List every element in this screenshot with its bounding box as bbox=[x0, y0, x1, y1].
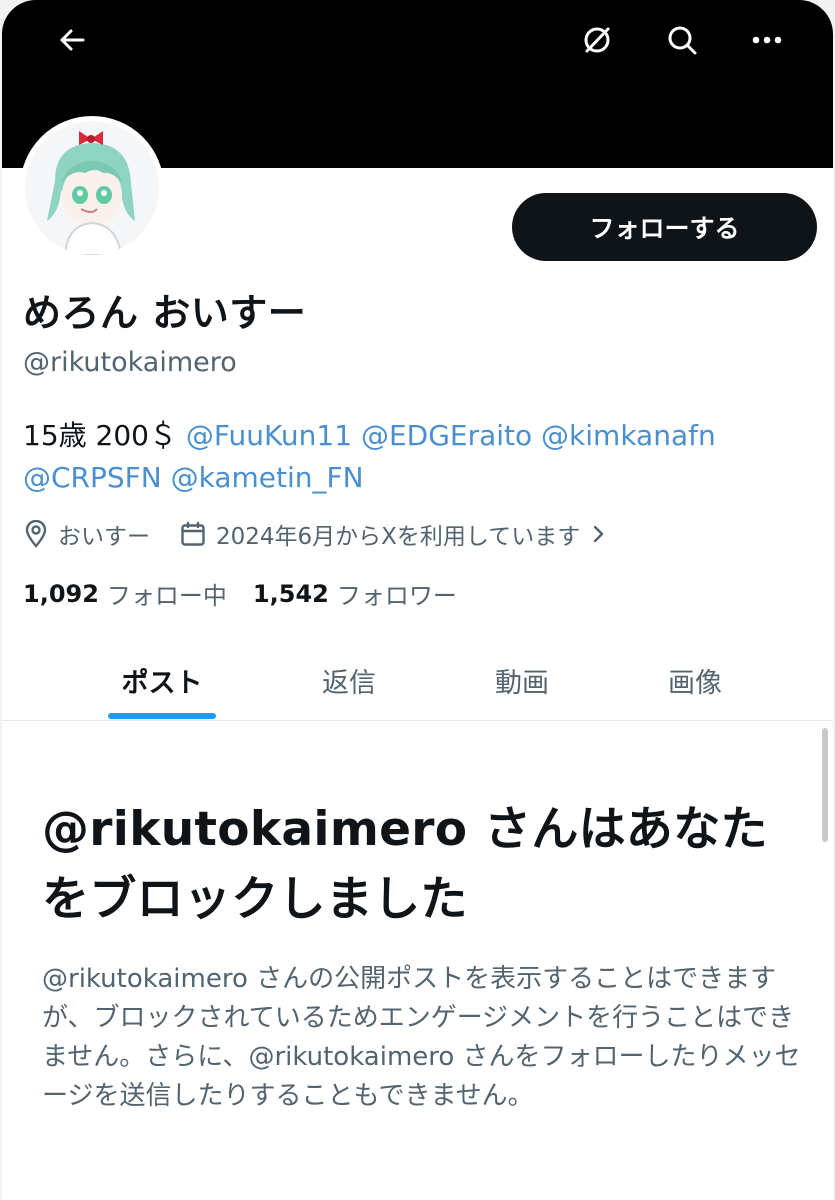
more-button[interactable] bbox=[739, 14, 795, 66]
grok-button[interactable] bbox=[569, 14, 625, 66]
following-count[interactable]: 1,092 bbox=[23, 580, 99, 608]
calendar-icon bbox=[181, 521, 205, 546]
bio-mention[interactable]: @kimkanafn bbox=[541, 419, 716, 452]
avatar[interactable] bbox=[20, 116, 164, 260]
bio-text: 15歳 200＄ bbox=[23, 419, 186, 452]
user-handle: @rikutokaimero bbox=[23, 347, 237, 378]
followers-count[interactable]: 1,542 bbox=[253, 580, 329, 608]
bio: 15歳 200＄ @FuuKun11 @EDGEraito @kimkanafn… bbox=[23, 415, 813, 499]
active-tab-indicator bbox=[108, 713, 216, 719]
back-button[interactable] bbox=[44, 14, 100, 66]
bio-mention[interactable]: @CRPSFN bbox=[23, 461, 162, 494]
bio-mention[interactable]: @kametin_FN bbox=[171, 461, 364, 494]
join-date-text: 2024年6月からXを利用しています bbox=[216, 524, 581, 550]
tab-videos[interactable]: 動画 bbox=[442, 640, 602, 720]
follow-stats: 1,092 フォロー中 1,542 フォロワー bbox=[23, 576, 483, 611]
scrollbar[interactable] bbox=[822, 728, 828, 842]
join-date[interactable]: 2024年6月からXを利用しています bbox=[180, 517, 606, 551]
search-button[interactable] bbox=[654, 14, 710, 66]
location: おいすー bbox=[24, 517, 150, 551]
more-icon bbox=[752, 36, 782, 44]
followers-label[interactable]: フォロワー bbox=[337, 576, 457, 611]
bio-mention[interactable]: @EDGEraito bbox=[361, 419, 532, 452]
tab-posts[interactable]: ポスト bbox=[82, 640, 242, 720]
grok-icon bbox=[584, 27, 610, 53]
blocked-title: @rikutokaimero さんはあなたをブロックしました bbox=[42, 802, 768, 927]
search-icon bbox=[668, 26, 697, 55]
display-name: めろん おいすー bbox=[23, 291, 307, 335]
location-pin-icon bbox=[25, 520, 47, 548]
blocked-message: @rikutokaimero さんの公開ポストを表示することはできますが、ブロッ… bbox=[42, 964, 801, 1111]
following-label[interactable]: フォロー中 bbox=[107, 576, 227, 611]
profile-screen: フォローする めろん おいすー @rikutokaimero 15歳 200＄ … bbox=[2, 0, 833, 1200]
tab-images[interactable]: 画像 bbox=[615, 640, 775, 720]
location-text: おいすー bbox=[58, 524, 150, 550]
follow-button[interactable]: フォローする bbox=[512, 193, 817, 261]
bio-mention[interactable]: @FuuKun11 bbox=[186, 419, 352, 452]
back-arrow-icon bbox=[60, 29, 85, 51]
profile-meta: おいすー 2024年6月からXを利用しています bbox=[24, 514, 606, 554]
avatar-image bbox=[25, 121, 159, 255]
tab-replies[interactable]: 返信 bbox=[269, 640, 429, 720]
chevron-right-icon bbox=[594, 525, 604, 543]
profile-tabs: ポスト 返信 動画 画像 bbox=[2, 640, 833, 721]
